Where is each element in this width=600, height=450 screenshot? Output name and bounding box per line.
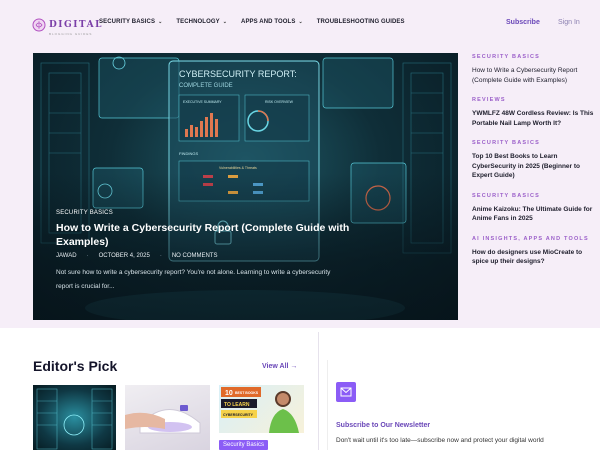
books-promo-image: 10 BEST BOOKS TO LEARN CYBERSECURITY	[221, 387, 299, 433]
sidebar-post-title[interactable]: How to Write a Cybersecurity Report (Com…	[472, 66, 600, 85]
meta-separator: ·	[86, 253, 89, 259]
sidebar-post-title[interactable]: Anime Kaizoku: The Ultimate Guide for An…	[472, 205, 600, 224]
nail-lamp-image	[125, 405, 201, 434]
section-divider	[318, 332, 319, 450]
logo-text: DIGITAL	[49, 20, 103, 30]
svg-text:Vulnerabilities & Threats: Vulnerabilities & Threats	[219, 166, 257, 170]
sidebar-post-category[interactable]: AI INSIGHTS, APPS AND TOOLS	[472, 236, 600, 242]
trending-sidebar: SECURITY BASICS How to Write a Cybersecu…	[472, 54, 600, 279]
sidebar-post-category[interactable]: REVIEWS	[472, 97, 600, 103]
nav-technology[interactable]: TECHNOLOGY ⌄	[176, 19, 227, 25]
newsletter-title: Subscribe to Our Newsletter	[336, 422, 431, 429]
sidebar-post-title[interactable]: Top 10 Best Books to Learn CyberSecurity…	[472, 152, 600, 181]
meta-separator: ·	[159, 253, 162, 259]
editors-pick-thumb-cyber[interactable]	[33, 385, 116, 450]
sidebar-post[interactable]: SECURITY BASICS How to Write a Cybersecu…	[472, 54, 600, 85]
sidebar-post-category[interactable]: SECURITY BASICS	[472, 140, 600, 146]
svg-text:EXECUTIVE SUMMARY: EXECUTIVE SUMMARY	[183, 100, 222, 104]
nav-label: TROUBLESHOOTING GUIDES	[316, 19, 405, 25]
chevron-down-icon: ⌄	[222, 19, 228, 25]
svg-text:COMPLETE GUIDE: COMPLETE GUIDE	[179, 83, 233, 89]
svg-text:10: 10	[225, 390, 233, 397]
svg-text:BEST BOOKS: BEST BOOKS	[235, 391, 259, 395]
site-logo[interactable]: DIGITAL BLOGGING GUIDES	[32, 14, 103, 36]
newsletter-text: Don't wait until it's too late—subscribe…	[336, 437, 544, 444]
svg-text:CYBERSECURITY: CYBERSECURITY	[223, 413, 254, 417]
nav-label: APPS AND TOOLS	[241, 19, 296, 25]
sidebar-post-title[interactable]: How do designers use MioCreate to spice …	[472, 248, 600, 267]
nav-label: SECURITY BASICS	[99, 19, 156, 25]
view-all-link[interactable]: View All →	[262, 363, 297, 370]
sidebar-post-category[interactable]: SECURITY BASICS	[472, 193, 600, 199]
editors-pick-heading: Editor's Pick	[33, 358, 118, 374]
signin-link[interactable]: Sign In	[558, 19, 580, 26]
chevron-down-icon: ⌄	[298, 19, 303, 25]
hero-image-heading: CYBERSECURITY REPORT:	[179, 69, 297, 79]
sidebar-post[interactable]: REVIEWS YWMLFZ 48W Cordless Review: Is T…	[472, 97, 600, 128]
sidebar-post[interactable]: SECURITY BASICS Top 10 Best Books to Lea…	[472, 140, 600, 181]
hero-date: OCTOBER 4, 2025	[98, 253, 150, 259]
chevron-down-icon: ⌄	[158, 19, 163, 25]
svg-text:RISK OVERVIEW: RISK OVERVIEW	[265, 100, 294, 104]
sidebar-post-category[interactable]: SECURITY BASICS	[472, 54, 600, 60]
nav-security-basics[interactable]: SECURITY BASICS ⌄	[99, 19, 162, 25]
editors-pick-thumb-books[interactable]: 10 BEST BOOKS TO LEARN CYBERSECURITY	[219, 385, 304, 433]
hero-author[interactable]: JAWAD	[56, 253, 77, 259]
site-header: DIGITAL BLOGGING GUIDES SECURITY BASICS …	[0, 0, 600, 46]
brain-logo-icon	[32, 18, 46, 32]
svg-text:FINDINGS: FINDINGS	[179, 151, 198, 156]
hero-title[interactable]: How to Write a Cybersecurity Report (Com…	[56, 221, 356, 249]
server-room-image	[36, 388, 113, 450]
main-nav: SECURITY BASICS ⌄ TECHNOLOGY ⌄ APPS AND …	[99, 19, 405, 25]
hero-category[interactable]: SECURITY BASICS	[56, 210, 113, 216]
hero-meta: JAWAD · OCTOBER 4, 2025 · NO COMMENTS	[56, 253, 217, 259]
hero-comments[interactable]: NO COMMENTS	[172, 253, 218, 259]
editors-pick-thumb-nail-lamp[interactable]	[125, 385, 210, 450]
sidebar-post[interactable]: AI INSIGHTS, APPS AND TOOLS How do desig…	[472, 236, 600, 267]
mail-icon	[336, 382, 356, 402]
nav-label: TECHNOLOGY	[176, 19, 220, 25]
nav-troubleshooting-guides[interactable]: TROUBLESHOOTING GUIDES	[317, 19, 405, 25]
hero-excerpt: Not sure how to write a cybersecurity re…	[56, 269, 331, 290]
subscribe-link[interactable]: Subscribe	[506, 19, 540, 26]
hero-featured-post[interactable]: CYBERSECURITY REPORT: COMPLETE GUIDE EXE…	[33, 53, 458, 320]
nav-apps-and-tools[interactable]: APPS AND TOOLS ⌄	[241, 19, 303, 25]
sidebar-post-title[interactable]: YWMLFZ 48W Cordless Review: Is This Port…	[472, 109, 600, 128]
sidebar-post[interactable]: SECURITY BASICS Anime Kaizoku: The Ultim…	[472, 193, 600, 224]
logo-tagline: BLOGGING GUIDES	[49, 32, 93, 36]
svg-text:TO LEARN: TO LEARN	[224, 402, 250, 408]
category-badge[interactable]: Security Basics	[219, 440, 269, 450]
